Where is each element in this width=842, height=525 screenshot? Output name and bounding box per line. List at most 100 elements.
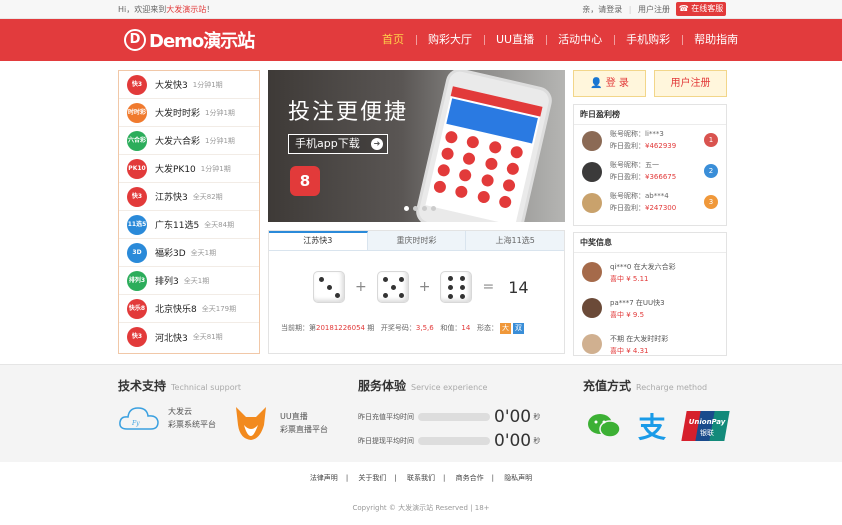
top-bar: Hi，欢迎来到大发演示站！ 亲，请登录 | 用户注册 ☎ 在线客服 [0, 0, 842, 19]
list-item[interactable]: 六合彩 大发六合彩 1分钟1期 [119, 127, 259, 155]
dice-6-icon [440, 271, 473, 303]
list-item: 账号昵称：li***3 昨日盈利：¥462939 1 [574, 125, 726, 156]
lottery-icon: 排列3 [127, 270, 147, 291]
winners-title: 中奖信息 [574, 233, 726, 253]
avatar [582, 334, 602, 354]
lottery-icon: 快3 [127, 327, 147, 347]
nav-activities[interactable]: 活动中心 [546, 19, 614, 61]
nav-lottery-hall[interactable]: 购彩大厅 [416, 19, 484, 61]
rank-badge: 2 [704, 164, 718, 178]
lottery-icon: 时时彩 [127, 102, 147, 123]
promo-banner[interactable]: 投注更便捷 手机app下载 ➜ 8 [268, 70, 565, 222]
list-item: 账号昵称：五一 昨日盈利：¥366675 2 [574, 156, 726, 187]
footer-link-about[interactable]: 关于我们 [358, 474, 386, 482]
profit-ranking: 昨日盈利榜 账号昵称：li***3 昨日盈利：¥462939 1 账号昵称：五一… [573, 104, 727, 226]
list-item: 账号昵称：ab***4 昨日盈利：¥247300 3 [574, 187, 726, 218]
footer-link-business[interactable]: 商务合作 [456, 474, 484, 482]
lottery-icon: 六合彩 [127, 130, 147, 151]
list-item: pa***7 在UU快3 喜中 ¥ 9.5 [574, 289, 726, 325]
lottery-icon: 快乐8 [127, 298, 147, 319]
user-icon: 👤 [590, 78, 603, 89]
phone-image [413, 70, 555, 222]
wechat-pay-icon [588, 414, 621, 438]
alipay-icon: 支 [638, 411, 666, 441]
register-button[interactable]: 用户注册 [654, 70, 727, 97]
service-experience: 服务体验 Service experience [358, 379, 488, 393]
footer-links: 法律声明 | 关于我们 | 联系我们 | 商务合作 | 隐私声明 [309, 474, 533, 482]
banner-pager[interactable] [404, 206, 436, 211]
tab-jiangsu-k3[interactable]: 江苏快3 [269, 231, 368, 250]
list-item[interactable]: 快3 河北快3 全天81期 [119, 323, 259, 351]
cloud-icon: Fy [119, 407, 159, 430]
tab-chongqing-ssc[interactable]: 重庆时时彩 [368, 231, 467, 250]
login-button[interactable]: 👤 登 录 [573, 70, 646, 97]
lottery-icon: 11选5 [127, 214, 147, 235]
register-link[interactable]: 用户注册 [638, 5, 670, 14]
tab-shanghai-11x5[interactable]: 上海11选5 [466, 231, 564, 250]
online-service-button[interactable]: ☎ 在线客服 [676, 2, 726, 16]
recharge-time: 昨日充值平均时间 0'00 秒 [358, 407, 541, 427]
avatar [582, 262, 602, 282]
banner-headline: 投注更便捷 [288, 100, 409, 125]
list-item: 不期 在大发时时彩 喜中 ¥ 4.31 [574, 325, 726, 361]
draw-info: 当前期：第20181226054 期 开奖号码：3,5,6 和值：14 形态：大… [281, 323, 525, 334]
ranking-title: 昨日盈利榜 [574, 105, 726, 125]
info-strip: 技术支持 Technical support Fy 大发云 彩票系统平台 UU直播彩… [0, 364, 842, 462]
app-download-button[interactable]: 手机app下载 ➜ [288, 134, 388, 154]
tech-support: 技术支持 Technical support [118, 379, 242, 393]
list-item[interactable]: PK10 大发PK10 1分钟1期 [119, 155, 259, 183]
nav-mobile[interactable]: 手机购彩 [614, 19, 682, 61]
list-item[interactable]: 快3 大发快3 1分钟1期 [119, 71, 259, 99]
header: D Demo演示站 首页 购彩大厅 UU直播 活动中心 手机购彩 帮助指南 [0, 19, 842, 61]
list-item[interactable]: 快乐8 北京快乐8 全天179期 [119, 295, 259, 323]
nav-help[interactable]: 帮助指南 [682, 19, 750, 61]
rank-badge: 1 [704, 133, 718, 147]
auth-buttons: 👤 登 录 用户注册 [573, 70, 727, 97]
list-item: qi***0 在大发六合彩 喜中 ¥ 5.11 [574, 253, 726, 289]
avatar [582, 298, 602, 318]
dice-5-icon [376, 271, 409, 303]
recharge-methods: 充值方式 Recharge method [583, 379, 708, 393]
footer-link-contact[interactable]: 联系我们 [407, 474, 435, 482]
login-link[interactable]: 亲，请登录 [582, 5, 622, 14]
welcome-text: Hi，欢迎来到大发演示站！ [118, 5, 215, 14]
unionpay-icon: UnionPay 银联 [681, 411, 730, 441]
lottery-icon: PK10 [127, 158, 147, 179]
footer-link-privacy[interactable]: 隐私声明 [504, 474, 532, 482]
svg-text:Fy: Fy [131, 420, 140, 427]
lottery-list: 快3 大发快3 1分钟1期 时时彩 大发时时彩 1分钟1期 六合彩 大发六合彩 1分钟1期 … [118, 70, 260, 354]
dice-result: + + = 14 [313, 271, 529, 303]
lottery-icon: 快3 [127, 74, 147, 95]
list-item[interactable]: 排列3 排列3 全天1期 [119, 267, 259, 295]
main-nav: 首页 购彩大厅 UU直播 活动中心 手机购彩 帮助指南 [370, 19, 750, 61]
logo[interactable]: D Demo演示站 [124, 27, 255, 53]
footer-link-legal[interactable]: 法律声明 [310, 474, 338, 482]
withdraw-time: 昨日提现平均时间 0'00 秒 [358, 431, 541, 451]
site-name: 大发演示站 [166, 5, 207, 14]
avatar [582, 193, 602, 213]
dafa-cloud-link[interactable]: Fy 大发云 彩票系统平台 [118, 403, 216, 433]
uu-live-link[interactable]: UU直播 彩票直播平台 [230, 403, 328, 443]
rank-badge: 3 [704, 195, 718, 209]
list-item[interactable]: 快3 江苏快3 全天82期 [119, 183, 259, 211]
avatar [582, 131, 602, 151]
list-item[interactable]: 时时彩 大发时时彩 1分钟1期 [119, 99, 259, 127]
avatar [582, 162, 602, 182]
lottery-icon: 3D [127, 242, 147, 263]
svg-text:支: 支 [638, 411, 666, 441]
list-item[interactable]: 3D 福彩3D 全天1期 [119, 239, 259, 267]
nav-uu-live[interactable]: UU直播 [484, 19, 546, 61]
logo-icon: D [124, 29, 146, 51]
dice-sum: 14 [508, 277, 529, 297]
app-icon: 8 [290, 166, 320, 196]
copyright: Copyright © 大发演示站 Reserved | 18+ [352, 504, 490, 512]
account-links: 亲，请登录 | 用户注册 [582, 5, 670, 14]
draw-tabs: 江苏快3 重庆时时彩 上海11选5 [269, 231, 564, 251]
list-item[interactable]: 11选5 广东11选5 全天84期 [119, 211, 259, 239]
dice-3-icon [313, 271, 345, 303]
nav-home[interactable]: 首页 [370, 19, 416, 61]
shape-big-badge: 大 [500, 323, 512, 334]
fox-icon [236, 407, 266, 440]
lottery-icon: 快3 [127, 186, 147, 207]
arrow-right-icon: ➜ [371, 138, 383, 150]
